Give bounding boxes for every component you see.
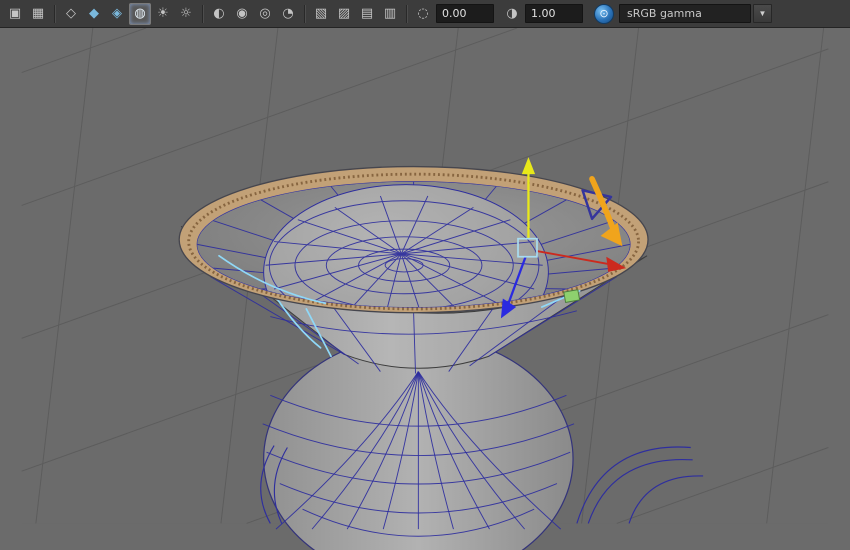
all-lights-button[interactable]: ☼ bbox=[175, 3, 197, 25]
shaded-cube-icon: ◆ bbox=[89, 6, 99, 21]
exposure-field[interactable]: 0.00 bbox=[436, 4, 494, 23]
xray-page-icon: ▨ bbox=[337, 6, 351, 21]
aperture-icon: ◔ bbox=[282, 6, 294, 21]
image-plane-icon: ▤ bbox=[360, 6, 374, 21]
toolbar-separator bbox=[202, 4, 203, 23]
exposure-icon: ◌ bbox=[417, 6, 429, 21]
chevron-down-icon: ▼ bbox=[758, 9, 767, 18]
toolbar-separator bbox=[304, 4, 305, 23]
depth-of-field-button[interactable]: ◔ bbox=[277, 3, 299, 25]
grease-pencil-icon: ▥ bbox=[383, 6, 397, 21]
textured-cube-icon: ◈ bbox=[112, 6, 122, 21]
default-lighting-button[interactable]: ☀ bbox=[152, 3, 174, 25]
x-ray-button[interactable]: ▨ bbox=[333, 3, 355, 25]
antialias-circle-icon: ◎ bbox=[259, 6, 271, 21]
four-pane-layout-button[interactable]: ▦ bbox=[27, 3, 49, 25]
grease-pencil-button[interactable]: ▥ bbox=[379, 3, 401, 25]
textured-mode-button[interactable]: ◈ bbox=[106, 3, 128, 25]
toolbar-separator bbox=[54, 4, 55, 23]
image-plane-button[interactable]: ▤ bbox=[356, 3, 378, 25]
ambient-occlusion-button[interactable]: ◉ bbox=[231, 3, 253, 25]
color-management-button[interactable]: ⊙ bbox=[594, 3, 614, 24]
anti-aliasing-button[interactable]: ◎ bbox=[254, 3, 276, 25]
wireframe-on-shaded-button[interactable]: ◍ bbox=[129, 2, 151, 25]
gamma-icon: ◑ bbox=[506, 6, 518, 21]
isolate-select-button[interactable]: ▧ bbox=[310, 3, 332, 25]
wireframe-on-shaded-icon: ◍ bbox=[134, 6, 146, 21]
view-transform-dropdown-button[interactable]: ▼ bbox=[753, 4, 772, 23]
color-management-icon: ⊙ bbox=[599, 7, 609, 20]
exposure-toggle-button[interactable]: ◌ bbox=[412, 3, 434, 25]
single-pane-layout-button[interactable]: ▣ bbox=[4, 3, 26, 25]
view-transform-value: sRGB gamma bbox=[627, 7, 702, 20]
four-pane-layout-icon: ▦ bbox=[31, 6, 45, 21]
gamma-field[interactable]: 1.00 bbox=[525, 4, 583, 23]
single-pane-layout-icon: ▣ bbox=[8, 6, 22, 21]
wireframe-cube-icon: ◇ bbox=[66, 6, 76, 21]
shadows-button[interactable]: ◐ bbox=[208, 3, 230, 25]
shadow-sphere-icon: ◐ bbox=[213, 6, 225, 21]
wireframe-mode-button[interactable]: ◇ bbox=[60, 3, 82, 25]
scale-plane-handle[interactable] bbox=[563, 289, 581, 303]
viewport-toolbar: ▣ ▦ ◇ ◆ ◈ ◍ ☀ ☼ ◐ ◉ ◎ ◔ ▧ ▨ ▤ ▥ ◌ 0.00 ◑… bbox=[0, 0, 850, 28]
isolate-page-icon: ▧ bbox=[314, 6, 328, 21]
sun-icon: ☼ bbox=[180, 6, 192, 21]
shaded-mode-button[interactable]: ◆ bbox=[83, 3, 105, 25]
viewport-canvas[interactable] bbox=[0, 28, 850, 550]
view-transform-dropdown[interactable]: sRGB gamma bbox=[619, 4, 751, 23]
light-bulb-icon: ☀ bbox=[157, 6, 169, 21]
occlusion-circle-icon: ◉ bbox=[236, 6, 248, 21]
toolbar-separator bbox=[406, 4, 407, 23]
gamma-toggle-button[interactable]: ◑ bbox=[501, 3, 523, 25]
